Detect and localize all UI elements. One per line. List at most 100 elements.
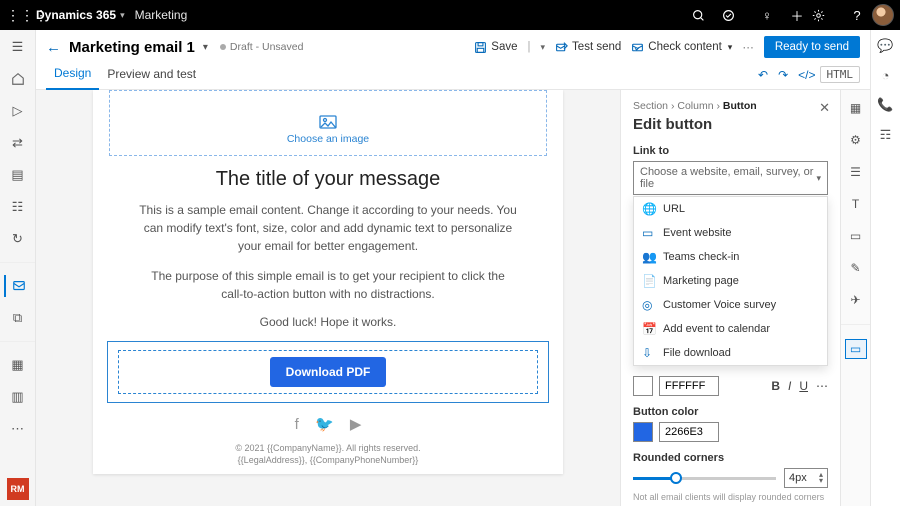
back-button[interactable]: ←: [46, 39, 61, 56]
toolbox-rail: ▦ ⚙ ☰ T ▭ ✎ ✈ ▭: [840, 90, 870, 506]
task-icon[interactable]: [722, 9, 752, 22]
button-color-input[interactable]: [659, 422, 719, 442]
email-body-2[interactable]: The purpose of this simple email is to g…: [143, 267, 513, 303]
analytics-icon[interactable]: ☷: [4, 196, 32, 218]
library-icon[interactable]: ▥: [4, 386, 32, 408]
add-icon[interactable]: ＋: [782, 6, 812, 25]
email-body-3[interactable]: Good luck! Hope it works.: [143, 315, 513, 329]
styles-icon[interactable]: ☰: [845, 162, 867, 182]
button-color-swatch[interactable]: [633, 422, 653, 442]
globe-icon: 🌐: [642, 202, 656, 216]
rocket-icon[interactable]: ✈: [845, 290, 867, 310]
panel-close-icon[interactable]: ✕: [819, 100, 830, 116]
assistant-icon[interactable]: ◔: [882, 68, 890, 83]
linkto-label: Link to: [633, 145, 828, 157]
left-nav-rail: ☰ ▷ ⇄ ▤ ☷ ↻ ⧉ ▦ ▥ ⋯ RM: [0, 30, 36, 506]
opt-event-website[interactable]: ▭Event website: [634, 221, 827, 245]
template-icon[interactable]: ▦: [4, 354, 32, 376]
designer-tabbar: Design Preview and test ↶ ↷ </>HTML: [36, 60, 870, 90]
tab-preview[interactable]: Preview and test: [99, 61, 204, 89]
text-tool-icon[interactable]: T: [845, 194, 867, 214]
redo-button[interactable]: ↷: [778, 68, 788, 82]
chevron-down-icon[interactable]: ▾: [120, 10, 125, 21]
rounded-input[interactable]: 4px▴▾: [784, 468, 828, 488]
tab-design[interactable]: Design: [46, 60, 99, 90]
email-footer[interactable]: © 2021 {{CompanyName}}. All rights reser…: [93, 443, 563, 466]
text-color-swatch[interactable]: [633, 376, 653, 396]
linkto-select[interactable]: Choose a website, email, survey, or file…: [633, 161, 828, 195]
format-overflow-icon[interactable]: ⋯: [816, 379, 828, 393]
app-launcher-icon[interactable]: ⋮⋮⋮: [6, 7, 32, 24]
youtube-icon[interactable]: ▶: [350, 416, 362, 433]
opt-marketing-page[interactable]: 📄Marketing page: [634, 269, 827, 293]
check-content-button[interactable]: Check content▾: [631, 41, 732, 54]
user-avatar[interactable]: [872, 4, 894, 26]
app-side-panel: 💬 ◔ 📞 ☶: [870, 30, 900, 506]
page-icon: 📄: [642, 274, 656, 288]
email-canvas-wrap: Choose an image The title of your messag…: [36, 90, 620, 506]
italic-button[interactable]: I: [788, 379, 791, 393]
rounded-slider[interactable]: [633, 477, 776, 480]
segment-icon[interactable]: ▤: [4, 164, 32, 186]
undo-button[interactable]: ↶: [758, 68, 768, 82]
phone-icon[interactable]: 📞: [877, 97, 893, 113]
download-pdf-button[interactable]: Download PDF: [270, 357, 387, 387]
settings-icon[interactable]: [812, 9, 842, 22]
chevron-down-icon: ▾: [816, 173, 821, 184]
search-icon[interactable]: [692, 9, 722, 22]
image-icon: [319, 115, 337, 129]
email-canvas[interactable]: Choose an image The title of your messag…: [93, 90, 563, 474]
image-tool-icon[interactable]: ▭: [845, 226, 867, 246]
home-icon[interactable]: [4, 68, 32, 90]
email-body-1[interactable]: This is a sample email content. Change i…: [133, 201, 523, 255]
opt-customer-voice[interactable]: ◎Customer Voice survey: [634, 293, 827, 317]
panel-breadcrumb[interactable]: Section › Column › Button: [633, 100, 828, 112]
sections-icon[interactable]: ⚙: [845, 130, 867, 150]
opt-file-download[interactable]: ⇩File download: [634, 341, 827, 365]
twitter-icon[interactable]: 🐦: [315, 416, 334, 433]
opt-teams-checkin[interactable]: 👥Teams check-in: [634, 245, 827, 269]
opt-add-event-calendar[interactable]: 📅Add event to calendar: [634, 317, 827, 341]
panel-heading: Edit button: [633, 116, 828, 133]
ready-to-send-button[interactable]: Ready to send: [764, 36, 860, 58]
text-color-input[interactable]: [659, 376, 719, 396]
underline-button[interactable]: U: [799, 379, 808, 393]
rounded-note: Not all email clients will display round…: [633, 492, 828, 502]
page-header: ← Marketing email 1 ▾ Draft - Unsaved Sa…: [36, 30, 870, 60]
page-title: Marketing email 1: [69, 39, 195, 56]
test-send-button[interactable]: Test send: [555, 41, 621, 54]
elements-icon[interactable]: ▦: [845, 98, 867, 118]
menu-icon[interactable]: ☰: [4, 36, 32, 58]
save-button[interactable]: Save: [474, 41, 517, 54]
chat-icon[interactable]: 💬: [877, 38, 893, 54]
edit-button-panel: ✕ Section › Column › Button Edit button …: [620, 90, 840, 506]
history-icon[interactable]: ↻: [4, 228, 32, 250]
teams-icon: 👥: [642, 250, 656, 264]
download-icon: ⇩: [642, 346, 656, 360]
tasks-icon[interactable]: ☶: [880, 127, 892, 143]
bold-button[interactable]: B: [771, 379, 780, 393]
image-placeholder[interactable]: Choose an image: [109, 90, 547, 156]
play-icon[interactable]: ▷: [4, 100, 32, 122]
html-toggle[interactable]: </>HTML: [798, 66, 860, 83]
lightbulb-icon[interactable]: ♀: [752, 8, 782, 23]
opt-url[interactable]: 🌐URL: [634, 197, 827, 221]
more-nav-icon[interactable]: ⋯: [4, 418, 32, 440]
save-split-chevron-icon[interactable]: ▾: [541, 42, 546, 53]
facebook-icon[interactable]: f: [295, 416, 299, 433]
module-name[interactable]: Marketing: [135, 8, 188, 22]
email-title[interactable]: The title of your message: [113, 168, 543, 191]
video-tool-icon[interactable]: ✎: [845, 258, 867, 278]
email-nav-icon[interactable]: [4, 275, 32, 297]
rounded-label: Rounded corners: [633, 452, 828, 464]
overflow-icon[interactable]: ⋯: [742, 40, 754, 54]
title-chevron-icon[interactable]: ▾: [203, 42, 208, 53]
user-badge[interactable]: RM: [7, 478, 29, 500]
linkto-dropdown: 🌐URL ▭Event website 👥Teams check-in 📄Mar…: [633, 196, 828, 366]
journey-icon[interactable]: ⇄: [4, 132, 32, 154]
button-tool-icon[interactable]: ▭: [845, 339, 867, 359]
button-block-selected[interactable]: Download PDF: [107, 341, 549, 403]
survey-icon: ◎: [642, 298, 656, 312]
form-icon[interactable]: ⧉: [4, 307, 32, 329]
help-icon[interactable]: ?: [842, 8, 872, 23]
